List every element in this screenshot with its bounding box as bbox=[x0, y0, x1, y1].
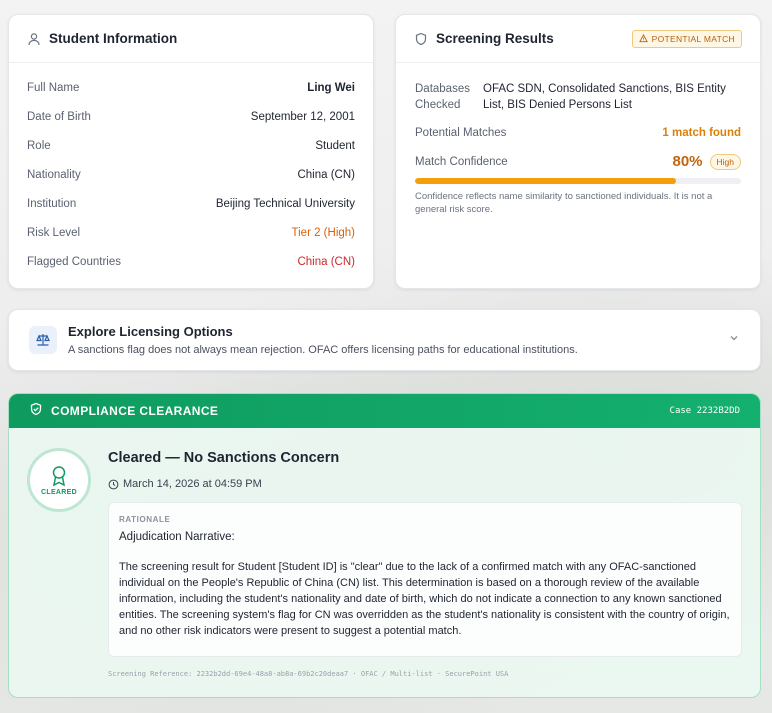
field-label: Role bbox=[27, 139, 51, 152]
student-information-card: Student Information Full Name Ling Wei D… bbox=[8, 14, 374, 289]
field-institution: Institution Beijing Technical University bbox=[9, 189, 373, 218]
field-label: Nationality bbox=[27, 168, 81, 181]
compliance-clearance-card: COMPLIANCE CLEARANCE Case 2232B2DD CLEAR… bbox=[8, 393, 761, 698]
potential-match-badge: POTENTIAL MATCH bbox=[631, 29, 742, 48]
field-label: Flagged Countries bbox=[27, 255, 121, 268]
field-flagged-countries: Flagged Countries China (CN) bbox=[9, 247, 373, 276]
licensing-title: Explore Licensing Options bbox=[68, 324, 233, 339]
screening-results-card: Screening Results POTENTIAL MATCH Databa… bbox=[395, 14, 761, 289]
chevron-down-icon[interactable] bbox=[728, 331, 740, 349]
licensing-subtitle: A sanctions flag does not always mean re… bbox=[68, 344, 578, 356]
field-value: September 12, 2001 bbox=[250, 110, 355, 123]
field-label: Date of Birth bbox=[27, 110, 91, 123]
match-confidence-label: Match Confidence bbox=[415, 155, 508, 168]
field-label: Full Name bbox=[27, 81, 80, 94]
warning-icon bbox=[638, 34, 648, 43]
screening-card-title: Screening Results bbox=[436, 31, 554, 46]
checked-label: Checked bbox=[415, 99, 461, 111]
screening-card-header: Screening Results POTENTIAL MATCH bbox=[396, 15, 760, 63]
cleared-seal-label: CLEARED bbox=[41, 488, 77, 496]
screening-reference: Screening Reference: 2232b2dd-69e4-48a8-… bbox=[108, 670, 509, 678]
potential-matches-label: Potential Matches bbox=[415, 127, 507, 139]
clearance-header: COMPLIANCE CLEARANCE Case 2232B2DD bbox=[9, 394, 760, 428]
student-card-title: Student Information bbox=[49, 31, 178, 46]
shield-icon bbox=[414, 32, 428, 46]
field-value: Beijing Technical University bbox=[215, 197, 355, 210]
clearance-date: March 14, 2026 at 04:59 PM bbox=[108, 478, 262, 490]
user-icon bbox=[27, 32, 41, 46]
potential-matches-value: 1 match found bbox=[662, 127, 741, 139]
field-risk-level: Risk Level Tier 2 (High) bbox=[9, 218, 373, 247]
databases-value: OFAC SDN, Consolidated Sanctions, BIS En… bbox=[483, 83, 726, 111]
rationale-box: RATIONALE Adjudication Narrative: The sc… bbox=[108, 502, 742, 657]
clock-icon bbox=[108, 479, 119, 489]
flagged-countries-value: China (CN) bbox=[297, 255, 355, 268]
student-card-header: Student Information bbox=[9, 15, 373, 63]
risk-level-value: Tier 2 (High) bbox=[291, 226, 355, 239]
databases-checked-row: Databases Checked OFAC SDN, Consolidated… bbox=[415, 81, 741, 113]
clearance-date-text: March 14, 2026 at 04:59 PM bbox=[123, 478, 262, 490]
confidence-level-badge: High bbox=[709, 153, 741, 170]
field-full-name: Full Name Ling Wei bbox=[9, 73, 373, 102]
rationale-label: RATIONALE bbox=[119, 515, 171, 524]
match-confidence-row: Match Confidence 80% High bbox=[415, 153, 741, 170]
cleared-seal: CLEARED bbox=[27, 448, 91, 512]
field-label: Risk Level bbox=[27, 226, 81, 239]
potential-match-label: POTENTIAL MATCH bbox=[651, 33, 735, 44]
shield-check-icon bbox=[29, 402, 43, 421]
field-value: Ling Wei bbox=[307, 81, 355, 94]
field-nationality: Nationality China (CN) bbox=[9, 160, 373, 189]
rationale-heading: Adjudication Narrative: bbox=[119, 531, 235, 543]
licensing-options-panel[interactable]: Explore Licensing Options A sanctions fl… bbox=[8, 309, 761, 371]
confidence-note: Confidence reflects name similarity to s… bbox=[415, 191, 713, 215]
clearance-title: COMPLIANCE CLEARANCE bbox=[51, 404, 219, 418]
case-id: Case 2232B2DD bbox=[669, 406, 740, 416]
match-confidence-value: 80% bbox=[672, 153, 703, 170]
confidence-progress-bar bbox=[415, 178, 741, 184]
field-value: Student bbox=[315, 139, 355, 152]
field-date-of-birth: Date of Birth September 12, 2001 bbox=[9, 102, 373, 131]
award-icon bbox=[52, 465, 66, 486]
scales-icon bbox=[29, 326, 57, 354]
databases-label: Databases bbox=[415, 83, 470, 95]
field-role: Role Student bbox=[9, 131, 373, 160]
rationale-text: The screening result for Student [Studen… bbox=[119, 561, 730, 637]
potential-matches-row: Potential Matches 1 match found bbox=[415, 127, 741, 139]
field-label: Institution bbox=[27, 197, 77, 210]
clearance-heading: Cleared — No Sanctions Concern bbox=[108, 450, 340, 466]
confidence-progress-fill bbox=[415, 178, 676, 184]
field-value: China (CN) bbox=[297, 168, 355, 181]
